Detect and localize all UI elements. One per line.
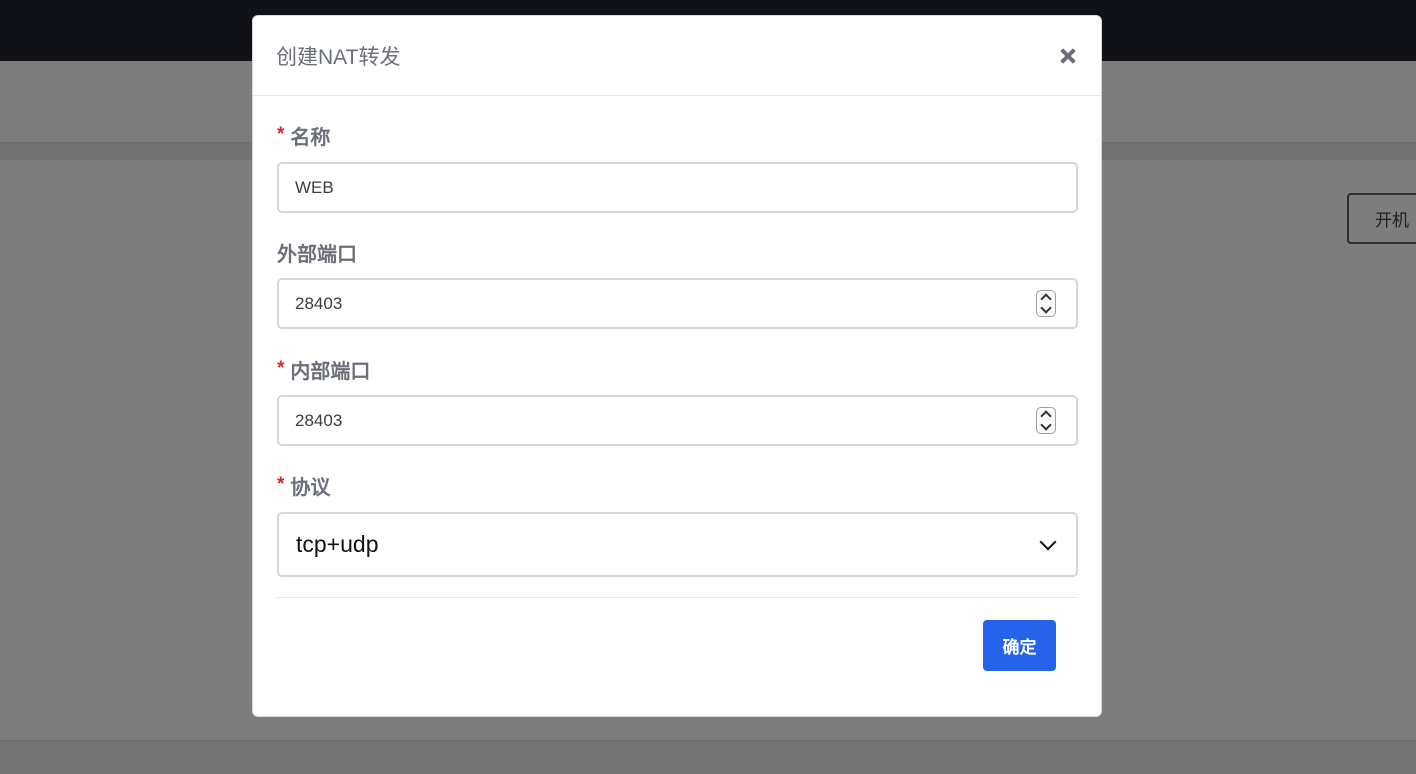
stepper-down-icon[interactable] xyxy=(1040,302,1052,314)
dialog-title: 创建NAT转发 xyxy=(276,45,401,69)
required-mark: * xyxy=(277,474,285,495)
close-icon[interactable] xyxy=(1059,47,1077,65)
internal-port-value: 28403 xyxy=(295,410,343,430)
chevron-down-icon xyxy=(1039,533,1057,550)
external-port-value: 28403 xyxy=(295,293,343,313)
protocol-select[interactable]: tcp+udp xyxy=(277,512,1078,577)
internal-port-label-text: 内部端口 xyxy=(290,360,371,383)
footer-divider xyxy=(277,597,1078,598)
power-on-button[interactable]: 开机 xyxy=(1347,193,1416,244)
page-footer xyxy=(0,740,1416,774)
protocol-label-text: 协议 xyxy=(290,476,331,499)
stepper-down-icon[interactable] xyxy=(1040,419,1052,431)
internal-port-input[interactable]: 28403 xyxy=(277,395,1078,446)
dialog-body: * 名称 WEB 外部端口 28403 * 内部端口 28403 * 协议 tc… xyxy=(253,121,1101,577)
create-nat-dialog: 创建NAT转发 * 名称 WEB 外部端口 28403 * 内部端口 28403… xyxy=(252,15,1102,717)
external-port-stepper[interactable] xyxy=(1036,290,1056,317)
dialog-header: 创建NAT转发 xyxy=(253,16,1101,96)
internal-port-label: * 内部端口 xyxy=(277,355,1077,383)
external-port-input[interactable]: 28403 xyxy=(277,278,1078,329)
name-label-text: 名称 xyxy=(290,126,331,149)
internal-port-stepper[interactable] xyxy=(1036,407,1056,434)
name-input[interactable]: WEB xyxy=(277,162,1078,213)
name-label: * 名称 xyxy=(277,121,1077,149)
name-input-value: WEB xyxy=(295,177,334,197)
confirm-button[interactable]: 确定 xyxy=(983,620,1056,671)
protocol-label: * 协议 xyxy=(277,471,1077,499)
required-mark: * xyxy=(277,358,285,379)
external-port-label-text: 外部端口 xyxy=(277,243,357,266)
external-port-label: 外部端口 xyxy=(277,238,1077,266)
required-mark: * xyxy=(277,124,285,145)
protocol-selected-value: tcp+udp xyxy=(296,531,379,557)
